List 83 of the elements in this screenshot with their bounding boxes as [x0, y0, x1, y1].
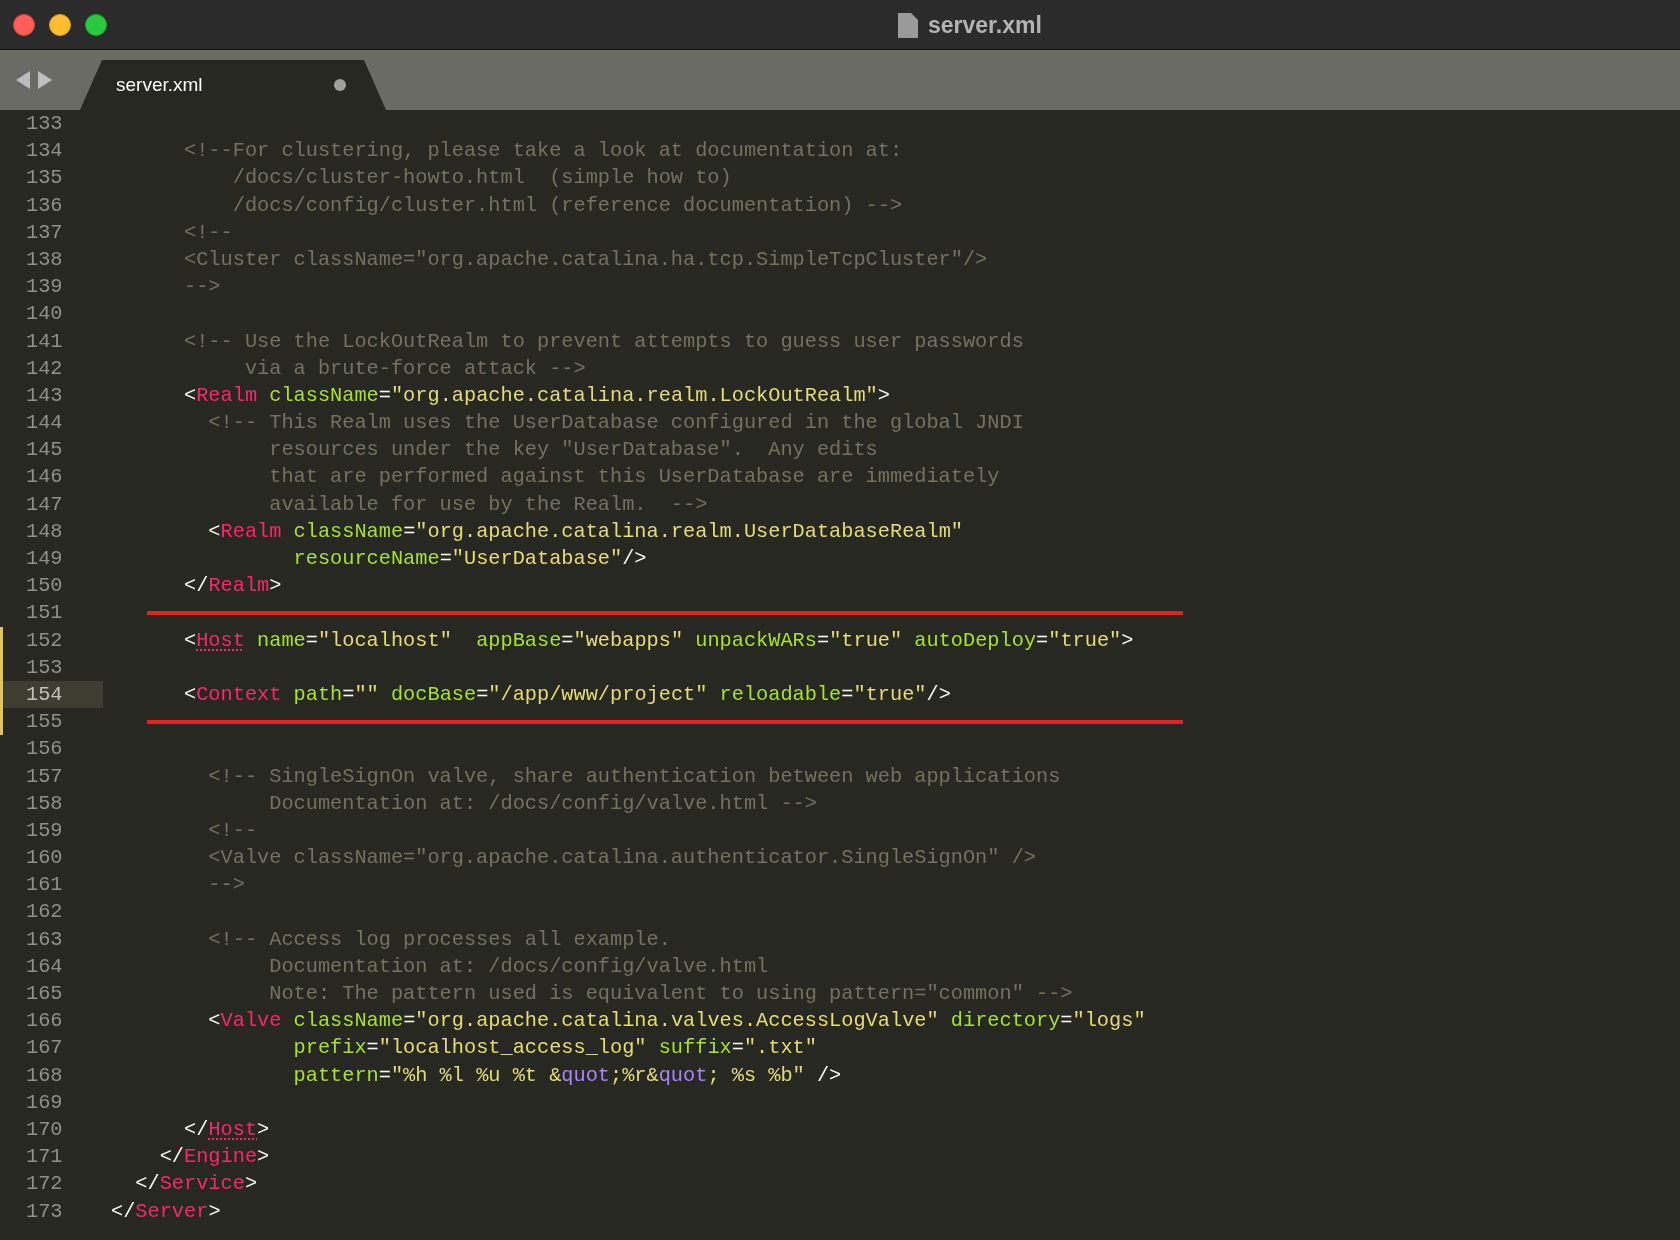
line-number: 148 [26, 519, 63, 543]
line-number: 170 [26, 1117, 63, 1141]
line-number: 142 [26, 356, 63, 380]
code-line: Note: The pattern used is equivalent to using pattern="common" --> [268, 982, 1073, 1005]
line-number: 146 [26, 465, 63, 489]
code-line: <!--For clustering, please take a look at documentation at: [183, 139, 903, 163]
code-line: <Cluster className="org.apache.catalina.ha.tcp.SimpleTcpCluster"/> [183, 247, 988, 271]
line-number: 169 [26, 1090, 63, 1114]
line-number: 163 [26, 927, 63, 951]
line-number: 162 [26, 900, 63, 924]
code-line: <!-- Access log processes all example. [207, 927, 671, 951]
line-number: 138 [26, 247, 63, 271]
close-button[interactable] [13, 13, 35, 36]
line-number: 165 [26, 982, 63, 1005]
forward-arrow-icon[interactable] [38, 71, 52, 89]
code-line: <!-- [183, 220, 233, 244]
line-number: 172 [26, 1172, 63, 1196]
code-line: pattern="%h %l %u %t &quot;%r&quot; %s %b" /> [292, 1063, 842, 1087]
window-title: server.xml [928, 11, 1042, 39]
code-line: <!-- SingleSignOn valve, share authentication between web applications [207, 764, 1061, 788]
code-line: /docs/config/cluster.html (reference documentation) --> [231, 193, 903, 217]
line-number: 154 [26, 682, 63, 706]
line-number: 145 [26, 438, 63, 462]
code-line: <Context path="" docBase="/app/www/project" reloadable="true"/> [183, 682, 951, 706]
line-number: 153 [26, 655, 63, 679]
code-line: via a brute-force attack --> [243, 356, 586, 380]
file-icon [898, 12, 918, 38]
back-arrow-icon[interactable] [16, 71, 30, 89]
code-line: --> [183, 275, 221, 299]
code-line: </Host> [183, 1117, 270, 1141]
code-line: </Server> [111, 1199, 221, 1223]
line-number: 141 [26, 329, 63, 353]
line-number: 143 [26, 383, 63, 407]
line-number: 135 [26, 166, 63, 190]
line-number: 144 [26, 411, 63, 435]
line-number: 166 [26, 1009, 63, 1033]
line-number: 158 [26, 791, 63, 815]
code-line: prefix="localhost_access_log" suffix=".txt" [292, 1036, 817, 1060]
code-line: <Realm className="org.apache.catalina.realm.LockOutRealm"> [183, 383, 890, 407]
line-number: 157 [26, 764, 63, 788]
code-line: <Host name="localhost" appBase="webapps" unpackWARs="true" autoDeploy="true"> [183, 628, 1134, 652]
code-line: <Valve className="org.apache.catalina.authenticator.SingleSignOn" /> [207, 846, 1036, 870]
code-line: </Engine> [158, 1145, 270, 1169]
code-line: <Valve className="org.apache.catalina.valves.AccessLogValve" directory="logs" [207, 1009, 1146, 1033]
line-number: 134 [26, 139, 63, 163]
line-number: 147 [26, 492, 63, 516]
code-line: <!-- Use the LockOutRealm to prevent attempts to guess user passwords [183, 329, 1024, 353]
code-line: <Realm className="org.apache.catalina.realm.UserDatabaseRealm" [207, 519, 963, 543]
code-line: Documentation at: /docs/config/valve.html [268, 954, 769, 978]
line-number: 173 [26, 1199, 63, 1223]
line-number: 140 [26, 302, 63, 326]
line-number: 150 [26, 574, 63, 598]
line-number: 149 [26, 547, 63, 570]
code-line: available for use by the Realm. --> [268, 492, 708, 516]
line-number: 139 [26, 275, 63, 299]
line-number: 151 [26, 601, 63, 625]
line-number: 168 [26, 1063, 63, 1087]
tab-label: server.xml [116, 74, 203, 96]
line-number: 133 [26, 112, 63, 135]
line-number: 136 [26, 193, 63, 217]
code-line: resources under the key "UserDatabase". Any edits [268, 438, 878, 462]
line-number: 167 [26, 1036, 63, 1060]
code-line: --> [207, 873, 245, 897]
code-line: resourceName="UserDatabase"/> [292, 547, 647, 570]
minimize-button[interactable] [49, 13, 71, 36]
line-number: 155 [26, 710, 63, 734]
line-number: 156 [26, 737, 63, 761]
code-line: /docs/cluster-howto.html (simple how to) [231, 166, 732, 190]
line-number: 160 [26, 846, 63, 870]
line-number: 171 [26, 1145, 63, 1169]
code-line: <!-- This Realm uses the UserDatabase configured in the global JNDI [207, 411, 1024, 435]
code-line: </Service> [134, 1172, 258, 1196]
line-number: 164 [26, 954, 63, 978]
zoom-button[interactable] [85, 13, 107, 36]
line-number: 159 [26, 818, 63, 842]
tab[interactable]: server.xml [80, 60, 386, 110]
line-number: 161 [26, 873, 63, 897]
line-number: 137 [26, 220, 63, 244]
code-line: Documentation at: /docs/config/valve.html --> [268, 791, 817, 815]
code-line: that are performed against this UserDatabase are immediately [268, 465, 1000, 489]
code-line: </Realm> [183, 574, 282, 598]
line-number: 152 [26, 628, 63, 652]
code-line: <!-- [207, 818, 258, 842]
